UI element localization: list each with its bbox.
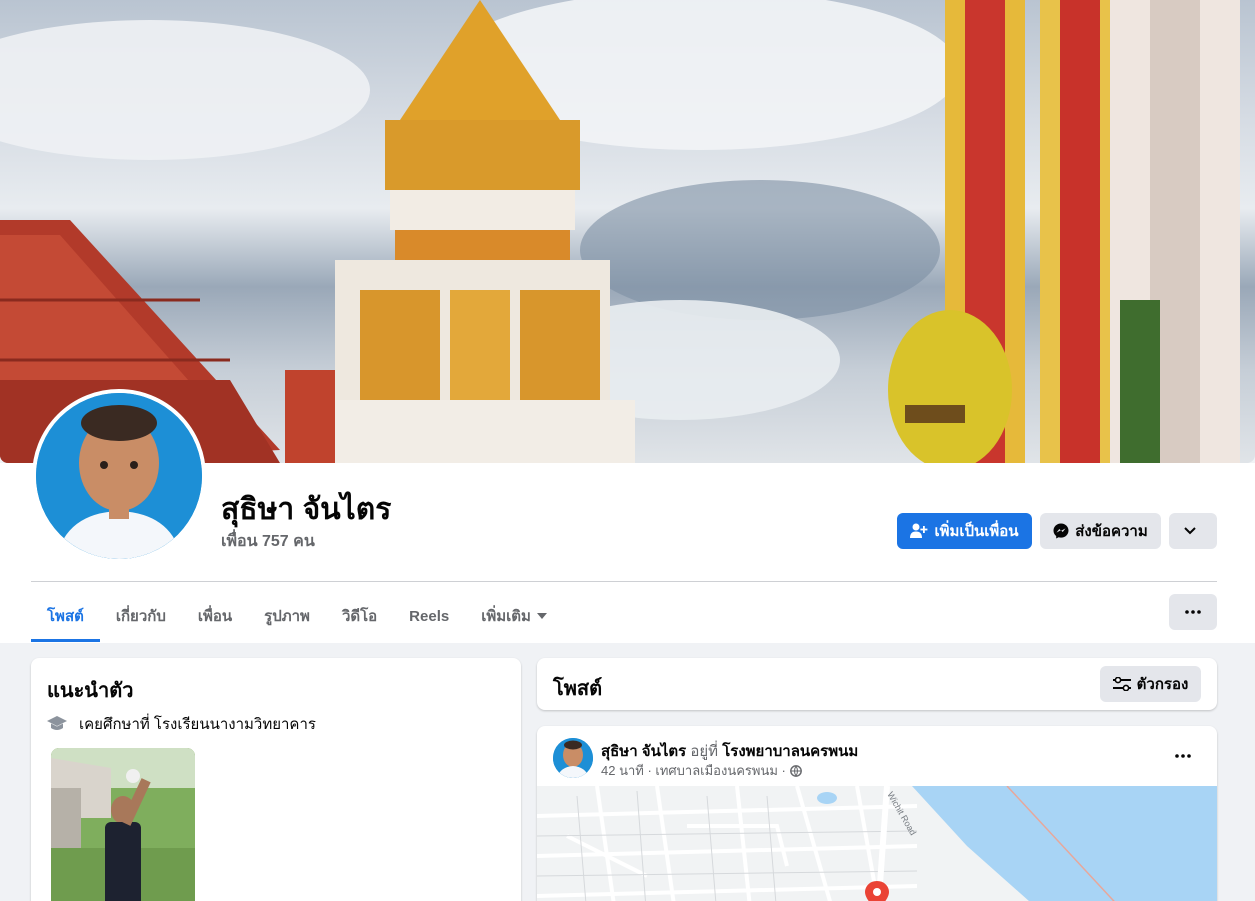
graduation-cap-icon: [47, 716, 67, 730]
location-map[interactable]: Wichit Road: [537, 786, 1217, 901]
posts-header-card: โพสต์ ตัวกรอง: [537, 658, 1217, 710]
posts-title: โพสต์: [553, 678, 603, 700]
tab-photos[interactable]: รูปภาพ: [248, 590, 326, 642]
tab-label: วิดีโอ: [341, 608, 378, 625]
add-friend-icon: [910, 523, 928, 538]
messenger-icon: [1053, 523, 1069, 539]
cover-photo[interactable]: [0, 0, 1255, 463]
post-author-name[interactable]: สุธิษา จันไตร: [601, 743, 686, 760]
education-item: เคยศึกษาที่ โรงเรียนนางามวิทยาคาร: [47, 712, 316, 736]
post-card: สุธิษา จันไตร อยู่ที่ โรงพยาบาลนครพนม 42…: [537, 726, 1217, 901]
map-image: Wichit Road: [537, 786, 1217, 901]
add-friend-label: เพิ่มเป็นเพื่อน: [934, 523, 1019, 540]
profile-name: สุธิษา จันไตร: [221, 493, 392, 526]
friends-count[interactable]: เพื่อน 757 คน: [221, 529, 315, 554]
more-horizontal-icon: [1175, 754, 1191, 758]
profile-avatar[interactable]: [32, 389, 206, 563]
intro-title: แนะนำตัว: [47, 680, 134, 702]
profile-tabs: โพสต์ เกี่ยวกับ เพื่อน รูปภาพ วิดีโอ Ree…: [31, 590, 563, 642]
post-location[interactable]: เทศบาลเมืองนครพนม: [655, 760, 778, 781]
tab-more[interactable]: เพิ่มเติม: [465, 590, 563, 642]
education-text: เคยศึกษาที่ โรงเรียนนางามวิทยาคาร: [79, 716, 316, 733]
meta-separator: ·: [777, 763, 790, 778]
caret-down-icon: [536, 613, 547, 619]
tab-label: รูปภาพ: [264, 608, 310, 625]
featured-photo-image: [51, 748, 195, 901]
tab-label: โพสต์: [47, 608, 84, 625]
tab-label: Reels: [409, 607, 450, 625]
post-meta: 42 นาที · เทศบาลเมืองนครพนม ·: [601, 760, 802, 781]
cover-photo-image: [0, 0, 1240, 463]
filter-label: ตัวกรอง: [1136, 676, 1189, 693]
meta-separator: ·: [643, 763, 656, 778]
tab-videos[interactable]: วิดีโอ: [326, 590, 393, 642]
filter-icon: [1112, 677, 1131, 691]
message-button[interactable]: ส่งข้อความ: [1040, 513, 1161, 549]
profile-options-button[interactable]: [1169, 513, 1217, 549]
tab-posts[interactable]: โพสต์: [31, 590, 100, 642]
post-options-button[interactable]: [1167, 740, 1199, 772]
tab-friends[interactable]: เพื่อน: [182, 590, 248, 642]
tabs-more-options-button[interactable]: [1169, 594, 1217, 630]
post-at-text: อยู่ที่: [690, 743, 719, 760]
more-horizontal-icon: [1185, 610, 1201, 614]
post-time[interactable]: 42 นาที: [601, 760, 644, 781]
tab-reels[interactable]: Reels: [393, 590, 465, 642]
avatar-image: [36, 393, 202, 559]
header-divider: [31, 581, 1217, 582]
add-friend-button[interactable]: เพิ่มเป็นเพื่อน: [897, 513, 1032, 549]
message-label: ส่งข้อความ: [1075, 523, 1148, 540]
tab-label: เพิ่มเติม: [481, 608, 531, 625]
tab-label: เกี่ยวกับ: [115, 608, 166, 625]
tab-label: เพื่อน: [197, 608, 233, 625]
tab-about[interactable]: เกี่ยวกับ: [100, 590, 182, 642]
intro-featured-photo[interactable]: [51, 748, 195, 901]
chevron-down-icon: [1184, 527, 1196, 535]
post-avatar-image: [553, 738, 593, 778]
filter-button[interactable]: ตัวกรอง: [1100, 666, 1201, 702]
post-place[interactable]: โรงพยาบาลนครพนม: [722, 743, 858, 760]
globe-icon: [789, 764, 802, 777]
post-author-avatar[interactable]: [553, 738, 593, 778]
